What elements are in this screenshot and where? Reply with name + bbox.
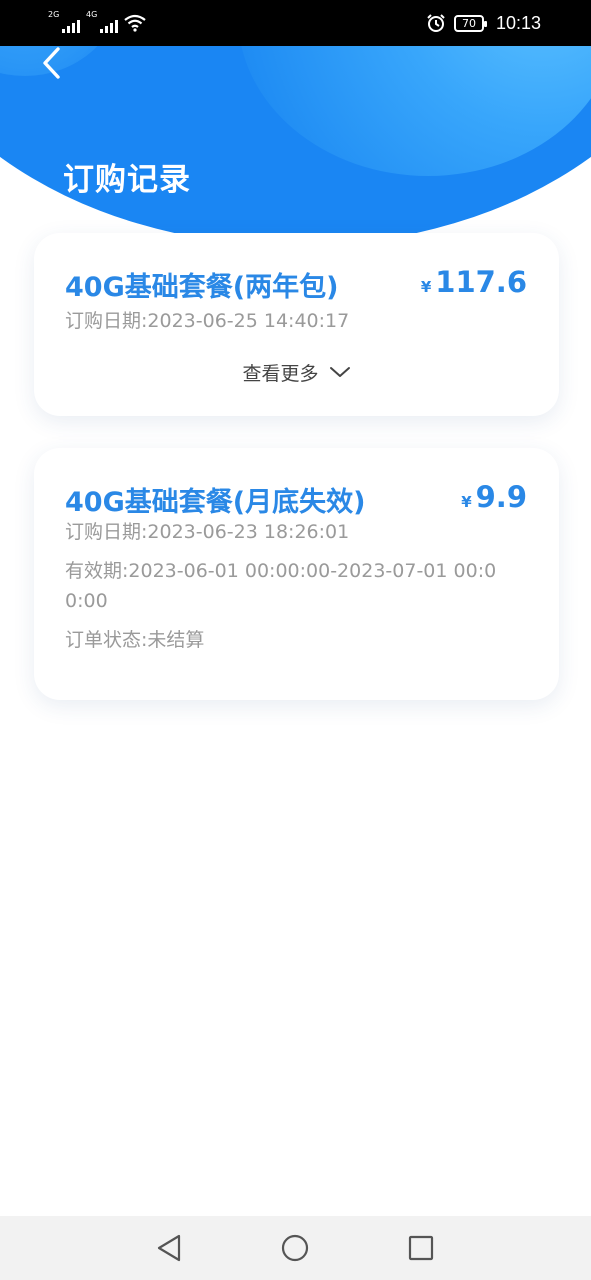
- signal-icon: 4G: [86, 11, 118, 35]
- order-price: ¥117.6: [421, 265, 527, 299]
- currency-symbol: ¥: [420, 278, 432, 296]
- battery-icon: 70: [453, 14, 487, 32]
- order-date-value: 2023-06-25 14:40:17: [147, 310, 350, 332]
- price-amount: 9.9: [475, 480, 527, 514]
- show-more-button[interactable]: 查看更多: [34, 357, 559, 387]
- order-card: 40G基础套餐(两年包) ¥117.6 订购日期:2023-06-25 14:4…: [34, 233, 559, 416]
- order-header: 40G基础套餐(两年包) ¥117.6: [65, 265, 527, 305]
- order-price: ¥9.9: [461, 480, 527, 514]
- network-type-label: 4G: [86, 10, 98, 19]
- order-status-value: 未结算: [147, 629, 205, 651]
- status-right: 70 10:13: [426, 10, 541, 36]
- currency-symbol: ¥: [461, 493, 472, 511]
- wifi-icon: [124, 14, 146, 32]
- order-date-row: 订购日期:2023-06-25 14:40:17: [65, 306, 527, 336]
- order-date-label: 订购日期:: [65, 521, 148, 543]
- order-status-label: 订单状态:: [65, 629, 148, 651]
- order-status-row: 订单状态:未结算: [65, 625, 527, 655]
- page-title: 订购记录: [63, 162, 191, 198]
- nav-home-button[interactable]: [280, 1233, 310, 1263]
- alarm-icon: [427, 14, 445, 32]
- square-recents-icon: [408, 1235, 434, 1261]
- order-header: 40G基础套餐(月底失效) ¥9.9: [65, 480, 527, 520]
- validity-label: 有效期:: [65, 560, 129, 582]
- status-left: 2G 4G: [48, 10, 146, 36]
- order-date-value: 2023-06-23 18:26:01: [147, 521, 350, 543]
- network-type-label: 2G: [48, 10, 60, 19]
- package-name: 40G基础套餐(两年包): [65, 272, 339, 303]
- nav-back-button[interactable]: [154, 1233, 184, 1263]
- battery-level: 70: [461, 16, 476, 30]
- order-date-row: 订购日期:2023-06-23 18:26:01: [65, 517, 527, 547]
- chevron-down-icon: [329, 367, 350, 377]
- show-more-label: 查看更多: [242, 362, 319, 385]
- order-card: 40G基础套餐(月底失效) ¥9.9 订购日期:2023-06-23 18:26…: [34, 448, 559, 700]
- validity-value: 2023-06-01 00:00:00-2023-07-01 00:00:00: [65, 560, 497, 612]
- validity-row: 有效期:2023-06-01 00:00:00-2023-07-01 00:00…: [65, 556, 505, 616]
- circle-home-icon: [281, 1234, 309, 1262]
- order-date-label: 订购日期:: [65, 310, 148, 332]
- price-amount: 117.6: [435, 265, 527, 299]
- status-bar: 2G 4G 70 10:13: [0, 0, 591, 46]
- system-nav-bar: [0, 1216, 591, 1280]
- back-button[interactable]: [34, 46, 68, 80]
- signal-icon: 2G: [48, 11, 80, 35]
- screen: 2G 4G 70 10:13 订购记录 40G基础套餐(两年包) ¥ 117.6…: [0, 0, 591, 1280]
- package-name: 40G基础套餐(月底失效): [65, 487, 366, 518]
- triangle-back-icon: [157, 1234, 181, 1262]
- nav-recents-button[interactable]: [406, 1233, 436, 1263]
- clock: 10:13: [495, 12, 541, 33]
- chevron-left-icon: [43, 47, 60, 79]
